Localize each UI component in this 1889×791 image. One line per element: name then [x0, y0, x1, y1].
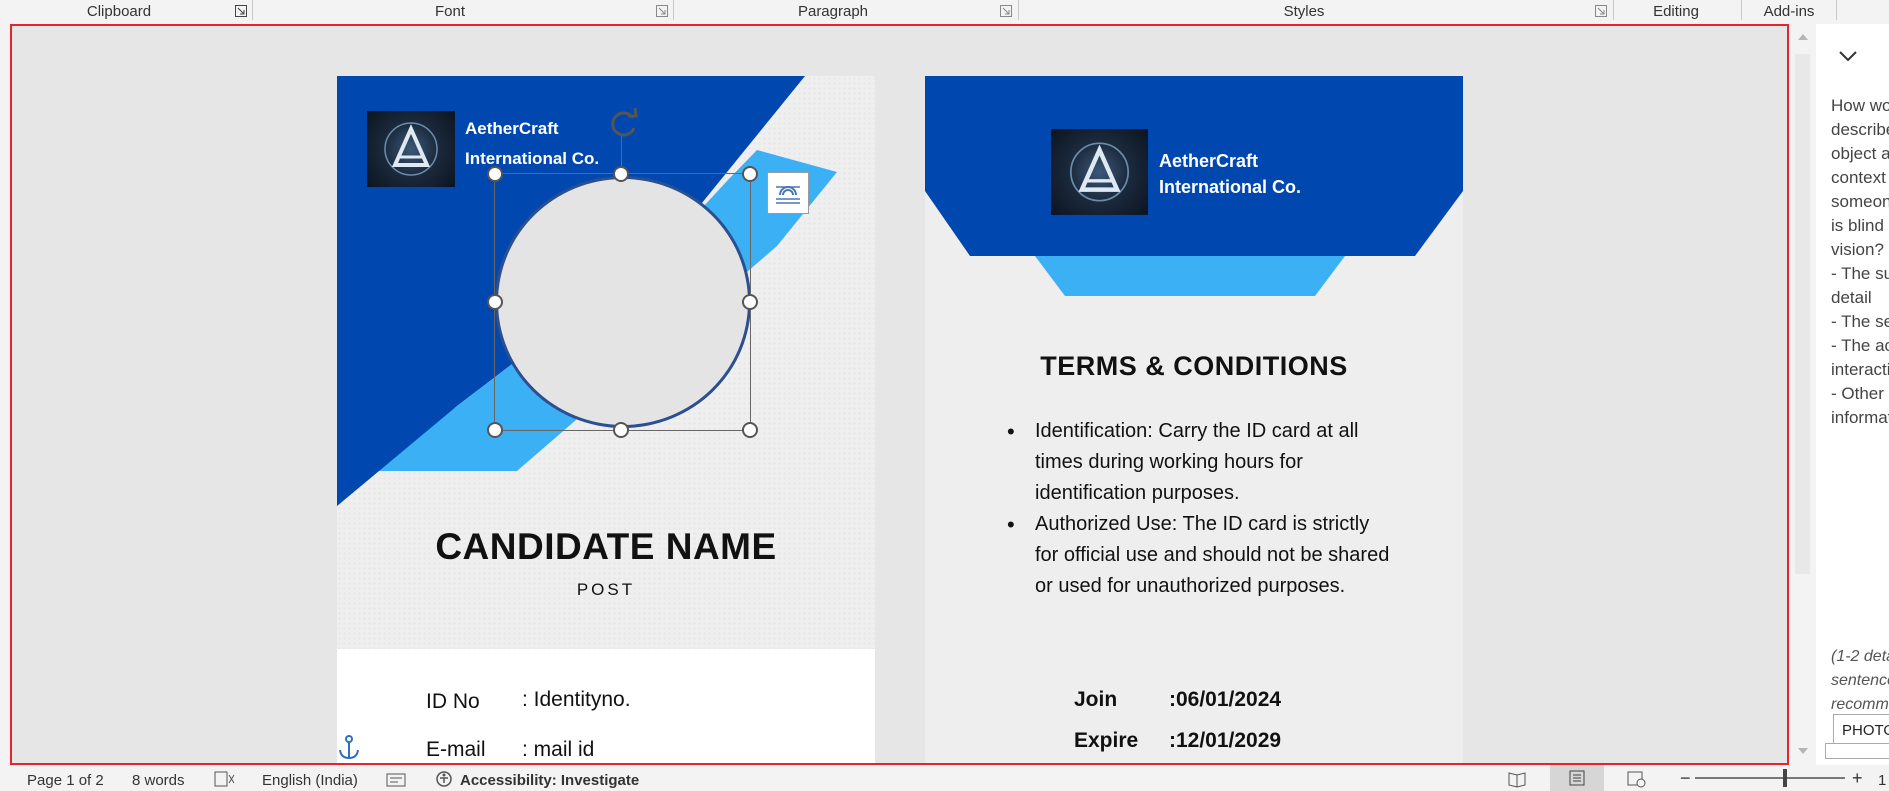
chevron-down-icon[interactable]	[1838, 49, 1858, 63]
layout-options-button[interactable]	[767, 172, 809, 214]
word-count-indicator[interactable]: 8 words	[132, 772, 185, 789]
zoom-level[interactable]: 1	[1878, 772, 1886, 789]
resize-handle-top-right[interactable]	[742, 166, 758, 182]
anchor-icon[interactable]	[337, 734, 361, 762]
alt-text-hint: (1-2 detailed sentences recommended)	[1831, 648, 1889, 713]
resize-handle-left[interactable]	[487, 294, 503, 310]
ribbon-separator	[1741, 0, 1742, 20]
zoom-in-button[interactable]: +	[1852, 768, 1863, 789]
scroll-down-arrow-icon[interactable]	[1797, 746, 1809, 756]
card-back-blue-header	[925, 76, 1463, 296]
accessibility-status[interactable]: Accessibility: Investigate	[460, 772, 639, 789]
logo-emblem-icon	[1070, 142, 1129, 202]
ribbon-group-styles[interactable]: Styles	[1264, 2, 1344, 22]
email-value: : mail id	[522, 738, 595, 761]
ribbon-group-clipboard[interactable]: Clipboard	[60, 2, 178, 22]
language-indicator[interactable]: English (India)	[262, 772, 358, 789]
ribbon-group-paragraph[interactable]: Paragraph	[783, 2, 883, 22]
read-mode-icon[interactable]	[1507, 770, 1527, 788]
alt-text-pane: How would you describe this object and i…	[1816, 24, 1889, 765]
resize-handle-bottom[interactable]	[613, 422, 629, 438]
resize-handle-top-left[interactable]	[487, 166, 503, 182]
post-title: POST	[576, 580, 636, 599]
terms-item-identification: Identification: Carry the ID card at all…	[1007, 416, 1395, 509]
scroll-up-arrow-icon[interactable]	[1797, 32, 1809, 42]
scrollbar-track[interactable]	[1795, 54, 1810, 574]
resize-handle-bottom-right[interactable]	[742, 422, 758, 438]
id-card-back-page[interactable]: AetherCraft International Co. TERMS & CO…	[925, 76, 1463, 763]
company-logo	[367, 111, 455, 187]
web-layout-icon[interactable]	[1626, 770, 1646, 788]
email-label: E-mail	[426, 738, 486, 761]
zoom-slider-thumb[interactable]	[1783, 769, 1787, 787]
ribbon-group-add-ins[interactable]: Add-ins	[1754, 2, 1824, 22]
terms-item-authorized-use: Authorized Use: The ID card is strictly …	[1007, 509, 1395, 602]
company-logo	[1051, 129, 1148, 215]
company-name-line2: International Co.	[465, 149, 600, 168]
document-canvas[interactable]: AetherCraft International Co. CANDIDATE …	[10, 24, 1789, 765]
logo-emblem-icon	[384, 122, 438, 176]
shape-selection-box	[494, 173, 751, 431]
company-name-line2: International Co.	[1159, 177, 1302, 197]
terms-list: Identification: Carry the ID card at all…	[1007, 416, 1395, 602]
rotate-handle-icon[interactable]	[607, 106, 643, 140]
company-name-line1: AetherCraft	[1159, 151, 1259, 171]
join-label: Join	[1074, 688, 1118, 711]
font-dialog-launcher-icon[interactable]	[656, 5, 668, 17]
proofing-icon[interactable]	[214, 771, 236, 787]
text-predictions-icon[interactable]	[386, 770, 406, 788]
vertical-scrollbar[interactable]	[1789, 24, 1816, 765]
zoom-out-button[interactable]: −	[1680, 768, 1691, 789]
expire-label: Expire	[1074, 729, 1139, 752]
alt-text-prompt: How would you describe this object and i…	[1831, 96, 1889, 427]
resize-handle-right[interactable]	[742, 294, 758, 310]
accessibility-icon[interactable]	[434, 770, 454, 788]
zoom-slider-track[interactable]	[1695, 777, 1845, 779]
ribbon-group-editing[interactable]: Editing	[1641, 2, 1711, 22]
company-name-line1: AetherCraft	[465, 119, 559, 138]
id-number-label: ID No	[426, 690, 480, 713]
ribbon-separator	[673, 0, 674, 20]
ribbon-separator	[252, 0, 253, 20]
ribbon-separator	[1836, 0, 1837, 20]
id-card-front-page[interactable]: AetherCraft International Co. CANDIDATE …	[337, 76, 875, 763]
styles-dialog-launcher-icon[interactable]	[1595, 5, 1607, 17]
terms-heading: TERMS & CONDITIONS	[1040, 351, 1348, 381]
print-layout-icon	[1569, 770, 1585, 786]
layout-options-icon	[776, 186, 800, 204]
join-date-value: :06/01/2024	[1169, 688, 1282, 711]
ribbon-separator	[1613, 0, 1614, 20]
alt-text-input[interactable]: PHOTO	[1833, 714, 1889, 746]
paragraph-dialog-launcher-icon[interactable]	[1000, 5, 1012, 17]
expire-date-value: :12/01/2029	[1169, 729, 1282, 752]
print-layout-button[interactable]	[1550, 765, 1604, 791]
status-bar: Page 1 of 2 8 words English (India) Acce…	[0, 765, 1889, 791]
ribbon-separator	[1018, 0, 1019, 20]
candidate-name-heading: CANDIDATE NAME	[435, 526, 777, 567]
clipboard-dialog-launcher-icon[interactable]	[235, 5, 247, 17]
id-number-value: : Identityno.	[522, 688, 631, 711]
resize-handle-bottom-left[interactable]	[487, 422, 503, 438]
alt-text-dropdown[interactable]	[1825, 743, 1889, 759]
page-count-indicator[interactable]: Page 1 of 2	[27, 772, 104, 789]
ribbon-group-labels: Clipboard Font Paragraph Styles Editing …	[0, 0, 1889, 24]
ribbon-group-font[interactable]: Font	[410, 2, 490, 22]
resize-handle-top[interactable]	[613, 166, 629, 182]
